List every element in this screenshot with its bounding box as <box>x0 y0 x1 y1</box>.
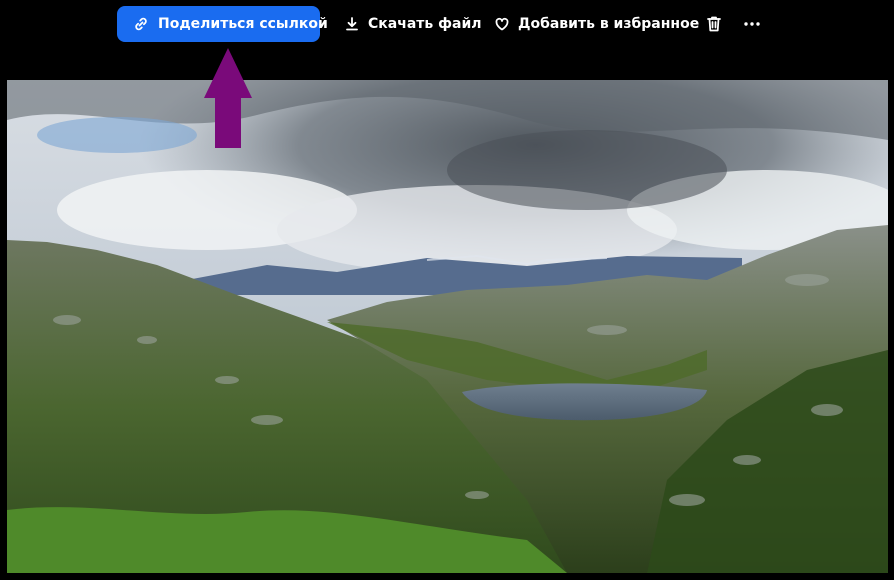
share-link-label: Поделиться ссылкой <box>158 16 328 32</box>
link-icon <box>133 16 149 32</box>
share-link-button[interactable]: Поделиться ссылкой <box>117 6 328 42</box>
delete-button[interactable] <box>702 12 726 36</box>
download-file-label: Скачать файл <box>368 16 482 32</box>
heart-icon <box>494 16 510 32</box>
toolbar: Поделиться ссылкой Скачать файл Добавить… <box>0 0 894 48</box>
landscape-photo <box>7 80 888 573</box>
download-file-button[interactable]: Скачать файл <box>344 6 482 42</box>
annotation-arrow-icon <box>203 46 253 150</box>
download-icon <box>344 16 360 32</box>
trash-icon <box>706 15 722 33</box>
add-to-favorites-label: Добавить в избранное <box>518 16 700 32</box>
add-to-favorites-button[interactable]: Добавить в избранное <box>494 6 699 42</box>
more-options-button[interactable] <box>740 12 764 36</box>
more-horizontal-icon <box>744 22 760 26</box>
